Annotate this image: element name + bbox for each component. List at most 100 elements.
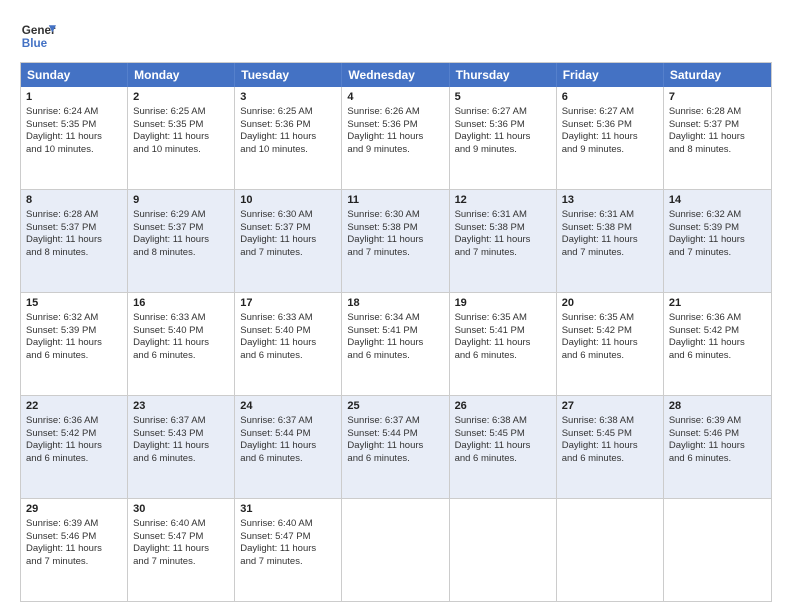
sunrise-text: Sunrise: 6:31 AM <box>455 209 527 220</box>
daylight-minutes: and 10 minutes. <box>133 144 201 155</box>
calendar-body: 1Sunrise: 6:24 AMSunset: 5:35 PMDaylight… <box>21 87 771 601</box>
daylight-minutes: and 6 minutes. <box>26 453 88 464</box>
day-number: 23 <box>133 399 229 414</box>
sunrise-text: Sunrise: 6:37 AM <box>133 415 205 426</box>
sunrise-text: Sunrise: 6:28 AM <box>669 106 741 117</box>
daylight-minutes: and 6 minutes. <box>455 350 517 361</box>
daylight-minutes: and 8 minutes. <box>133 247 195 258</box>
daylight-text: Daylight: 11 hours <box>240 234 316 245</box>
logo: General Blue <box>20 18 56 54</box>
calendar-header-cell: Monday <box>128 63 235 87</box>
calendar-cell: 24Sunrise: 6:37 AMSunset: 5:44 PMDayligh… <box>235 396 342 498</box>
calendar-header-cell: Thursday <box>450 63 557 87</box>
daylight-text: Daylight: 11 hours <box>26 337 102 348</box>
sunrise-text: Sunrise: 6:30 AM <box>240 209 312 220</box>
day-number: 1 <box>26 90 122 105</box>
sunrise-text: Sunrise: 6:27 AM <box>562 106 634 117</box>
day-number: 30 <box>133 502 229 517</box>
sunset-text: Sunset: 5:39 PM <box>669 222 739 233</box>
calendar: SundayMondayTuesdayWednesdayThursdayFrid… <box>20 62 772 602</box>
day-number: 19 <box>455 296 551 311</box>
daylight-minutes: and 6 minutes. <box>669 453 731 464</box>
day-number: 25 <box>347 399 443 414</box>
daylight-text: Daylight: 11 hours <box>562 337 638 348</box>
calendar-cell: 30Sunrise: 6:40 AMSunset: 5:47 PMDayligh… <box>128 499 235 601</box>
daylight-minutes: and 9 minutes. <box>562 144 624 155</box>
calendar-cell: 5Sunrise: 6:27 AMSunset: 5:36 PMDaylight… <box>450 87 557 189</box>
calendar-header-cell: Saturday <box>664 63 771 87</box>
header: General Blue <box>20 18 772 54</box>
daylight-text: Daylight: 11 hours <box>133 440 209 451</box>
calendar-cell: 4Sunrise: 6:26 AMSunset: 5:36 PMDaylight… <box>342 87 449 189</box>
calendar-header-cell: Sunday <box>21 63 128 87</box>
sunrise-text: Sunrise: 6:29 AM <box>133 209 205 220</box>
calendar-cell: 10Sunrise: 6:30 AMSunset: 5:37 PMDayligh… <box>235 190 342 292</box>
sunrise-text: Sunrise: 6:35 AM <box>562 312 634 323</box>
day-number: 15 <box>26 296 122 311</box>
sunset-text: Sunset: 5:45 PM <box>455 428 525 439</box>
daylight-text: Daylight: 11 hours <box>240 337 316 348</box>
day-number: 18 <box>347 296 443 311</box>
sunset-text: Sunset: 5:41 PM <box>455 325 525 336</box>
calendar-cell: 19Sunrise: 6:35 AMSunset: 5:41 PMDayligh… <box>450 293 557 395</box>
daylight-text: Daylight: 11 hours <box>455 131 531 142</box>
page: General Blue SundayMondayTuesdayWednesda… <box>0 0 792 612</box>
sunset-text: Sunset: 5:42 PM <box>562 325 632 336</box>
sunset-text: Sunset: 5:39 PM <box>26 325 96 336</box>
calendar-row: 15Sunrise: 6:32 AMSunset: 5:39 PMDayligh… <box>21 292 771 395</box>
daylight-minutes: and 7 minutes. <box>455 247 517 258</box>
day-number: 14 <box>669 193 766 208</box>
daylight-minutes: and 7 minutes. <box>240 247 302 258</box>
calendar-cell <box>450 499 557 601</box>
sunrise-text: Sunrise: 6:31 AM <box>562 209 634 220</box>
daylight-minutes: and 6 minutes. <box>133 350 195 361</box>
sunrise-text: Sunrise: 6:27 AM <box>455 106 527 117</box>
sunrise-text: Sunrise: 6:37 AM <box>347 415 419 426</box>
calendar-row: 8Sunrise: 6:28 AMSunset: 5:37 PMDaylight… <box>21 189 771 292</box>
daylight-minutes: and 6 minutes. <box>562 453 624 464</box>
sunrise-text: Sunrise: 6:36 AM <box>26 415 98 426</box>
daylight-minutes: and 7 minutes. <box>26 556 88 567</box>
sunset-text: Sunset: 5:36 PM <box>455 119 525 130</box>
day-number: 3 <box>240 90 336 105</box>
daylight-text: Daylight: 11 hours <box>26 131 102 142</box>
sunset-text: Sunset: 5:44 PM <box>240 428 310 439</box>
day-number: 21 <box>669 296 766 311</box>
sunset-text: Sunset: 5:36 PM <box>240 119 310 130</box>
calendar-row: 29Sunrise: 6:39 AMSunset: 5:46 PMDayligh… <box>21 498 771 601</box>
daylight-text: Daylight: 11 hours <box>347 234 423 245</box>
calendar-cell: 31Sunrise: 6:40 AMSunset: 5:47 PMDayligh… <box>235 499 342 601</box>
sunrise-text: Sunrise: 6:38 AM <box>455 415 527 426</box>
daylight-minutes: and 6 minutes. <box>240 350 302 361</box>
daylight-text: Daylight: 11 hours <box>26 440 102 451</box>
sunset-text: Sunset: 5:40 PM <box>133 325 203 336</box>
sunrise-text: Sunrise: 6:34 AM <box>347 312 419 323</box>
calendar-cell: 2Sunrise: 6:25 AMSunset: 5:35 PMDaylight… <box>128 87 235 189</box>
daylight-minutes: and 10 minutes. <box>26 144 94 155</box>
day-number: 31 <box>240 502 336 517</box>
daylight-text: Daylight: 11 hours <box>669 131 745 142</box>
calendar-cell: 9Sunrise: 6:29 AMSunset: 5:37 PMDaylight… <box>128 190 235 292</box>
calendar-cell <box>664 499 771 601</box>
svg-text:Blue: Blue <box>22 37 48 50</box>
sunset-text: Sunset: 5:36 PM <box>347 119 417 130</box>
calendar-row: 22Sunrise: 6:36 AMSunset: 5:42 PMDayligh… <box>21 395 771 498</box>
calendar-cell: 29Sunrise: 6:39 AMSunset: 5:46 PMDayligh… <box>21 499 128 601</box>
day-number: 24 <box>240 399 336 414</box>
calendar-cell: 18Sunrise: 6:34 AMSunset: 5:41 PMDayligh… <box>342 293 449 395</box>
sunset-text: Sunset: 5:46 PM <box>26 531 96 542</box>
sunset-text: Sunset: 5:42 PM <box>26 428 96 439</box>
daylight-text: Daylight: 11 hours <box>133 337 209 348</box>
calendar-cell: 23Sunrise: 6:37 AM Sunset: 5:43 PMDayligh… <box>128 396 235 498</box>
daylight-text: Daylight: 11 hours <box>347 131 423 142</box>
daylight-minutes: and 6 minutes. <box>669 350 731 361</box>
daylight-minutes: and 9 minutes. <box>455 144 517 155</box>
calendar-cell: 6Sunrise: 6:27 AMSunset: 5:36 PMDaylight… <box>557 87 664 189</box>
calendar-header-row: SundayMondayTuesdayWednesdayThursdayFrid… <box>21 63 771 87</box>
calendar-cell: 27Sunrise: 6:38 AMSunset: 5:45 PMDayligh… <box>557 396 664 498</box>
calendar-cell <box>342 499 449 601</box>
sunset-text: Sunset: 5:43 PM <box>133 428 203 439</box>
calendar-header-cell: Wednesday <box>342 63 449 87</box>
daylight-text: Daylight: 11 hours <box>455 234 531 245</box>
calendar-cell: 22Sunrise: 6:36 AMSunset: 5:42 PMDayligh… <box>21 396 128 498</box>
